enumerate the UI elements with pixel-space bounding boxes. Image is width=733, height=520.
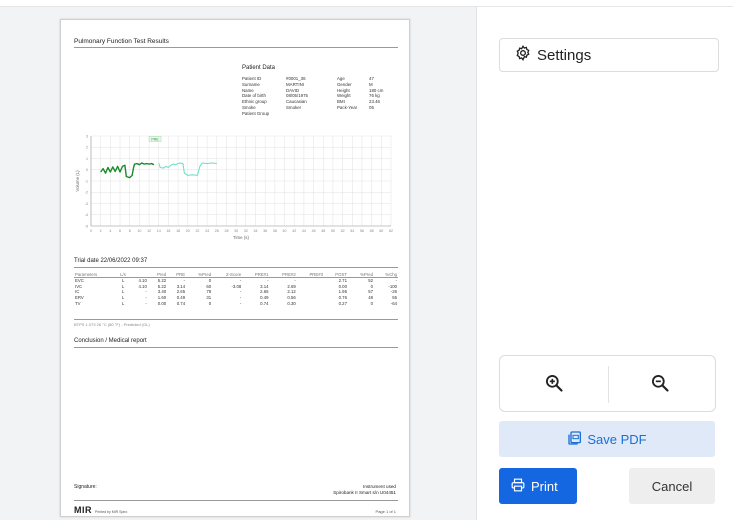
y-tick-label: 3 bbox=[86, 134, 88, 138]
table-cell: 0 bbox=[370, 301, 373, 307]
mir-logo: MIR Printed by MIR Spiro bbox=[74, 505, 127, 515]
printer-icon bbox=[511, 478, 525, 495]
series-line-1 bbox=[100, 162, 155, 179]
report-page: Pulmonary Function Test Results Patient … bbox=[60, 19, 410, 517]
x-tick-label: 22 bbox=[195, 229, 199, 233]
y-tick-label: -5 bbox=[85, 224, 88, 228]
x-tick-label: 60 bbox=[379, 229, 383, 233]
x-tick-label: 28 bbox=[224, 229, 228, 233]
y-tick-label: -3 bbox=[85, 202, 88, 206]
page-number: Page 1 of 1 bbox=[375, 509, 396, 514]
x-tick-label: 16 bbox=[166, 229, 170, 233]
x-tick-label: 50 bbox=[331, 229, 335, 233]
x-tick-label: 32 bbox=[244, 229, 248, 233]
y-tick-label: 1 bbox=[86, 157, 88, 161]
x-tick-label: 2 bbox=[100, 229, 102, 233]
instrument-info: Instrument used Spirobank II Smart s/n U… bbox=[333, 484, 396, 496]
x-tick-label: 44 bbox=[302, 229, 306, 233]
zoom-controls bbox=[499, 355, 716, 412]
x-tick-label: 38 bbox=[273, 229, 277, 233]
x-tick-label: 54 bbox=[350, 229, 354, 233]
table-cell bbox=[297, 301, 324, 307]
table-cell: 0.27 bbox=[338, 301, 347, 307]
x-tick-label: 0 bbox=[90, 229, 92, 233]
logo-text: MIR bbox=[74, 505, 92, 515]
trial-rule bbox=[74, 267, 398, 268]
x-tick-label: 56 bbox=[360, 229, 364, 233]
y-tick-label: -1 bbox=[85, 179, 88, 183]
print-button[interactable]: Print bbox=[499, 468, 577, 504]
y-tick-label: 0 bbox=[86, 168, 88, 172]
y-tick-label: 2 bbox=[86, 146, 88, 150]
pdf-file-icon bbox=[567, 430, 583, 449]
zoom-separator bbox=[608, 366, 609, 403]
y-tick-label: -2 bbox=[85, 191, 88, 195]
y-axis-label: Volume (L) bbox=[75, 170, 80, 192]
save-pdf-label: Save PDF bbox=[587, 431, 647, 447]
x-axis-label: Time (s) bbox=[233, 235, 249, 240]
x-tick-label: 18 bbox=[176, 229, 180, 233]
printed-by: Printed by MIR Spiro bbox=[95, 510, 128, 514]
save-pdf-button[interactable]: Save PDF bbox=[499, 421, 715, 457]
table-cell: -64 bbox=[390, 301, 397, 307]
volume-time-svg: 0 2 4 6 8 10 12 14 16 18 20 22 24 26 28 30 32 34 36 38 40 42 4… bbox=[75, 134, 393, 240]
trial-title: Trial date 22/06/2022 09:37 bbox=[74, 258, 148, 264]
footer-rule bbox=[74, 500, 398, 501]
volume-time-chart: 0 2 4 6 8 10 12 14 16 18 20 22 24 26 28 30 32 34 36 38 40 42 4… bbox=[75, 134, 400, 242]
legend-label: PRE bbox=[151, 137, 159, 141]
zoom-out-icon bbox=[650, 373, 670, 398]
x-tick-label: 42 bbox=[292, 229, 296, 233]
gear-icon bbox=[515, 44, 531, 66]
results-table: Parameters L/s Pred PRE %Pred Z-Score PR… bbox=[74, 271, 398, 306]
table-cell: 0.30 bbox=[287, 301, 296, 307]
x-tick-label: 26 bbox=[215, 229, 219, 233]
zoom-out-button[interactable] bbox=[643, 368, 677, 402]
table-cell: - bbox=[239, 301, 242, 307]
control-panel: Settings Save PDF Print Cancel bbox=[477, 7, 733, 520]
zoom-in-button[interactable] bbox=[537, 368, 571, 402]
table-cell: TV bbox=[75, 301, 81, 307]
x-tick-label: 34 bbox=[254, 229, 258, 233]
settings-label: Settings bbox=[537, 46, 592, 64]
x-tick-label: 58 bbox=[370, 229, 374, 233]
x-tick-label: 46 bbox=[312, 229, 316, 233]
x-tick-label: 24 bbox=[205, 229, 209, 233]
cancel-button[interactable]: Cancel bbox=[629, 468, 715, 504]
x-tick-label: 8 bbox=[129, 229, 131, 233]
x-tick-label: 10 bbox=[137, 229, 141, 233]
x-tick-label: 6 bbox=[119, 229, 121, 233]
x-tick-label: 36 bbox=[263, 229, 267, 233]
table-cell: 0.74 bbox=[260, 301, 269, 307]
x-tick-label: 20 bbox=[186, 229, 190, 233]
cancel-label: Cancel bbox=[651, 478, 693, 494]
x-tick-label: 40 bbox=[283, 229, 287, 233]
conclusion-rule bbox=[74, 347, 398, 348]
print-label: Print bbox=[531, 478, 558, 494]
x-tick-label: 12 bbox=[147, 229, 151, 233]
x-tick-label: 62 bbox=[389, 229, 393, 233]
table-cell: L bbox=[121, 301, 125, 307]
title-rule bbox=[74, 47, 398, 48]
table-bottom-rule bbox=[74, 319, 398, 320]
btps-note: BTPS 1.073 26 °C (80 °F) - Predicted (GL… bbox=[74, 322, 150, 327]
patient-data-title: Patient Data bbox=[242, 65, 276, 71]
report-title: Pulmonary Function Test Results bbox=[74, 38, 169, 45]
zoom-in-icon bbox=[544, 373, 564, 398]
conclusion-title: Conclusion / Medical report bbox=[74, 338, 147, 344]
y-tick-label: -4 bbox=[85, 213, 88, 217]
table-cell: - bbox=[145, 301, 147, 307]
preview-area[interactable]: Pulmonary Function Test Results Patient … bbox=[0, 7, 476, 520]
table-cell: 0 bbox=[208, 301, 212, 307]
x-tick-label: 30 bbox=[234, 229, 238, 233]
x-tick-label: 52 bbox=[341, 229, 345, 233]
table-cell: 0.74 bbox=[176, 301, 186, 307]
x-tick-label: 48 bbox=[321, 229, 325, 233]
x-tick-label: 4 bbox=[109, 229, 111, 233]
signature-label: Signature: bbox=[74, 484, 97, 490]
table-cell: 0.00 bbox=[157, 301, 167, 307]
instrument-line: Spirobank II Smart s/n U04451 bbox=[333, 490, 396, 495]
x-tick-label: 14 bbox=[157, 229, 161, 233]
table-row: TV L - 0.00 0.74 0 - 0.74 0.30 0.27 0 -64 bbox=[74, 301, 398, 307]
settings-button[interactable]: Settings bbox=[499, 38, 719, 72]
